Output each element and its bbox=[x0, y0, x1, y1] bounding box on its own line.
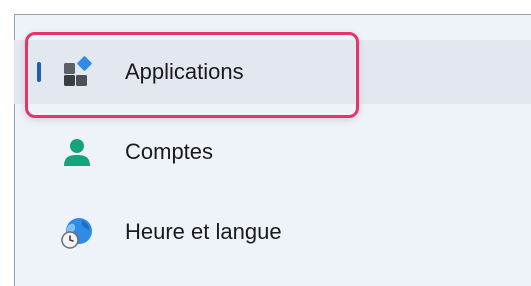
sidebar-item-label: Comptes bbox=[125, 139, 214, 164]
person-icon bbox=[60, 136, 94, 170]
sidebar-item-heure-et-langue[interactable]: Heure et langue bbox=[14, 200, 531, 264]
settings-window: Applications Comptes Heure et langue bbox=[0, 0, 531, 286]
sidebar-item-label: Applications bbox=[125, 59, 244, 84]
globe-clock-icon bbox=[60, 216, 94, 250]
apps-icon bbox=[60, 56, 94, 90]
sidebar-item-label: Heure et langue bbox=[125, 219, 282, 244]
sidebar-item-comptes[interactable]: Comptes bbox=[14, 120, 531, 184]
sidebar-item-applications[interactable]: Applications bbox=[14, 40, 531, 104]
selection-indicator bbox=[37, 62, 41, 82]
